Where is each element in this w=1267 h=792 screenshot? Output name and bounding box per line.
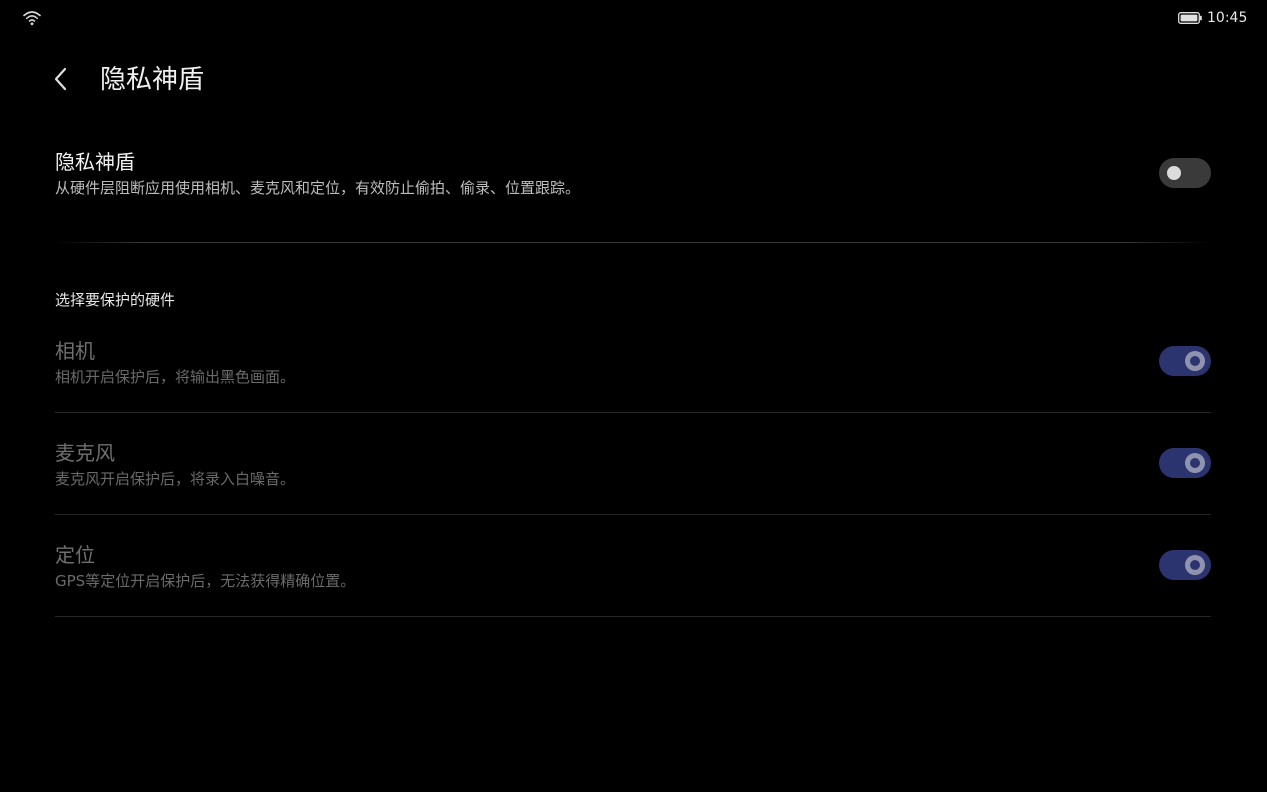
- battery-icon: [1178, 12, 1202, 24]
- chevron-left-icon: [54, 67, 67, 91]
- camera-row[interactable]: 相机 相机开启保护后，将输出黑色画面。: [55, 338, 1211, 398]
- location-title: 定位: [55, 543, 95, 567]
- microphone-switch[interactable]: [1159, 448, 1211, 478]
- location-row[interactable]: 定位 GPS等定位开启保护后，无法获得精确位置。: [55, 542, 1211, 602]
- switch-knob: [1185, 555, 1205, 575]
- camera-title: 相机: [55, 339, 95, 363]
- status-bar: 10:45: [0, 0, 1267, 36]
- privacy-shield-description: 从硬件层阻断应用使用相机、麦克风和定位，有效防止偷拍、偷录、位置跟踪。: [55, 179, 581, 197]
- privacy-shield-switch[interactable]: [1159, 158, 1211, 188]
- location-switch[interactable]: [1159, 550, 1211, 580]
- row-divider: [55, 514, 1211, 515]
- switch-knob: [1185, 453, 1205, 473]
- microphone-row[interactable]: 麦克风 麦克风开启保护后，将录入白噪音。: [55, 440, 1211, 500]
- back-button[interactable]: [44, 62, 78, 96]
- app-bar: 隐私神盾: [0, 52, 1267, 108]
- camera-description: 相机开启保护后，将输出黑色画面。: [55, 368, 296, 386]
- wifi-icon: [23, 11, 41, 26]
- status-time: 10:45: [1207, 10, 1248, 26]
- microphone-title: 麦克风: [55, 441, 115, 465]
- row-divider: [55, 412, 1211, 413]
- location-description: GPS等定位开启保护后，无法获得精确位置。: [55, 572, 356, 590]
- switch-knob: [1167, 166, 1181, 180]
- privacy-shield-row[interactable]: 隐私神盾 从硬件层阻断应用使用相机、麦克风和定位，有效防止偷拍、偷录、位置跟踪。: [55, 149, 1211, 209]
- section-header: 选择要保护的硬件: [55, 291, 176, 309]
- camera-switch[interactable]: [1159, 346, 1211, 376]
- page-title: 隐私神盾: [100, 65, 205, 95]
- microphone-description: 麦克风开启保护后，将录入白噪音。: [55, 470, 296, 488]
- section-divider: [55, 242, 1211, 243]
- privacy-shield-title: 隐私神盾: [55, 150, 135, 174]
- switch-knob: [1185, 351, 1205, 371]
- row-divider: [55, 616, 1211, 617]
